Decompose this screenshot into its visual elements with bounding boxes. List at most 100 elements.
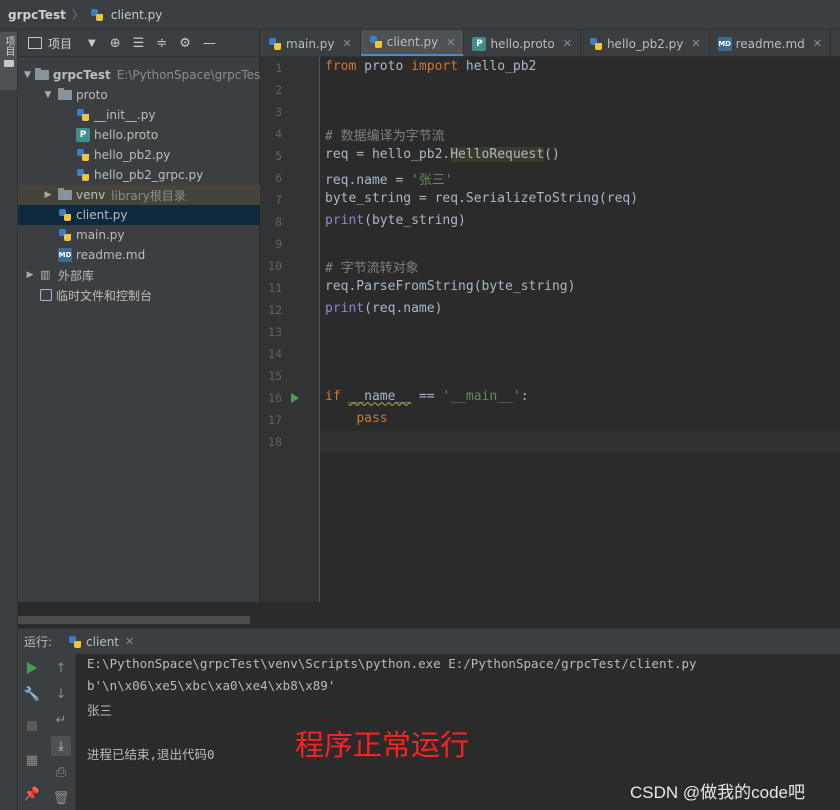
package-folder-icon (58, 88, 72, 102)
close-icon[interactable]: ✕ (125, 635, 134, 648)
tree-item[interactable]: hello_pb2.py (18, 145, 260, 165)
layout-icon[interactable]: ▦ (22, 750, 42, 770)
editor-tab-label: client.py (386, 35, 439, 49)
code-line[interactable]: req = hello_pb2.HelloRequest() (325, 147, 560, 162)
soft-wrap-icon[interactable]: ↵ (51, 710, 71, 730)
code-line[interactable]: if __name__ == '__main__': (325, 389, 529, 404)
arrow-up-icon[interactable]: ↑ (51, 658, 71, 678)
hide-icon[interactable]: — (203, 36, 216, 51)
breadcrumb-file[interactable]: client.py (111, 8, 163, 22)
line-number: 13 (268, 325, 282, 339)
tree-item[interactable]: client.py (18, 205, 260, 225)
python-file-icon (76, 148, 90, 162)
tree-item[interactable]: ▼ grpcTest E:\PythonSpace\grpcTes (18, 65, 260, 85)
tree-item[interactable]: ▶ venv library根目录 (18, 185, 260, 205)
chevron-down-icon[interactable]: ▼ (24, 70, 31, 80)
collapse-all-icon[interactable]: ≑ (156, 36, 167, 51)
project-tool-tab-label: 项目 (3, 36, 14, 56)
editor-tab[interactable]: Phello.proto ✕ (464, 30, 581, 56)
arrow-down-icon[interactable]: ↓ (51, 684, 71, 704)
tree-item[interactable]: main.py (18, 225, 260, 245)
code-line[interactable]: print(req.name) (325, 301, 442, 316)
editor-tab[interactable]: hello_pb2.py ✕ (581, 30, 710, 56)
tree-item-label: client.py (76, 208, 128, 222)
code-line[interactable]: pass (325, 411, 387, 426)
tree-item-label: 外部库 (58, 268, 95, 283)
editor-tab-bar: main.py ✕ client.py ✕ Phello.proto ✕ hello_pb2… (260, 30, 840, 57)
line-number: 3 (275, 105, 282, 119)
annotation-text: 程序正常运行 (295, 728, 470, 762)
close-icon[interactable]: ✕ (343, 37, 352, 50)
scroll-to-end-icon[interactable]: ⤓ (51, 736, 71, 756)
wrench-icon[interactable]: 🔧 (22, 684, 42, 704)
print-icon[interactable]: ⎙ (51, 762, 71, 782)
tree-item[interactable]: MD readme.md (18, 245, 260, 265)
line-number: 10 (268, 259, 282, 273)
code-line[interactable]: print(byte_string) (325, 213, 466, 228)
tree-item-label: 临时文件和控制台 (56, 288, 153, 303)
code-line[interactable]: # 字节流转对象 (325, 257, 419, 276)
code-line[interactable]: # 数据编译为字节流 (325, 125, 445, 144)
project-panel-header: 项目 ▼ ⊕ ☰ ≑ ⚙ — (18, 30, 259, 57)
tree-item[interactable]: ▼ proto (18, 85, 260, 105)
editor-tab-label: hello_pb2.py (606, 36, 684, 51)
close-icon[interactable]: ✕ (691, 37, 700, 50)
run-toolbar-left: 🔧 ▦ 📌 (18, 654, 48, 810)
trash-icon[interactable]: 🗑 (51, 788, 71, 808)
tree-item[interactable]: hello_pb2_grpc.py (18, 165, 260, 185)
library-icon: ▥ (40, 268, 51, 281)
left-tool-strip: 项目 (0, 30, 18, 810)
proto-file-icon: P (472, 36, 487, 51)
code-line[interactable]: req.ParseFromString(byte_string) (325, 279, 575, 294)
chevron-down-icon[interactable]: ▼ (42, 90, 54, 100)
chevron-right-icon[interactable]: ▶ (42, 190, 54, 200)
editor-tab[interactable]: h (831, 30, 840, 56)
chevron-right-icon[interactable]: ▶ (24, 270, 36, 280)
stop-button[interactable] (22, 716, 42, 736)
editor-tab[interactable]: main.py ✕ (260, 30, 361, 56)
run-gutter-icon[interactable] (291, 393, 299, 403)
python-file-icon (58, 228, 72, 242)
editor-tab[interactable]: client.py ✕ (360, 30, 465, 56)
close-icon[interactable]: ✕ (563, 37, 572, 50)
tree-item[interactable]: ▶ ▥ 外部库 (18, 265, 260, 285)
code-line[interactable]: req.name = '张三' (325, 169, 453, 188)
run-toolbar-right: ↑ ↓ ↵ ⤓ ⎙ 🗑 (48, 654, 76, 810)
breadcrumb-project[interactable]: grpcTest (8, 8, 66, 22)
folder-icon (34, 68, 49, 82)
console-line: 张三 (87, 703, 113, 718)
line-number: 1 (275, 61, 282, 75)
locate-icon[interactable]: ⊕ (110, 36, 121, 51)
close-icon[interactable]: ✕ (813, 37, 822, 50)
close-icon[interactable]: ✕ (446, 36, 455, 49)
line-number: 12 (268, 303, 282, 317)
gear-icon[interactable]: ⚙ (179, 36, 191, 51)
tree-item[interactable]: 临时文件和控制台 (18, 285, 260, 305)
code-line[interactable]: from proto import hello_pb2 (325, 59, 536, 74)
tree-item-label: hello.proto (94, 128, 159, 142)
editor-tab[interactable]: MD readme.md ✕ (710, 30, 832, 56)
line-number: 5 (275, 149, 282, 163)
pin-icon[interactable]: 📌 (22, 784, 42, 804)
play-icon (27, 662, 37, 674)
console-line: 进程已结束,退出代码0 (87, 747, 215, 762)
tree-item[interactable]: Phello.proto (18, 125, 260, 145)
code-line[interactable]: byte_string = req.SerializeToString(req) (325, 191, 638, 206)
expand-all-icon[interactable]: ☰ (133, 36, 145, 51)
horizontal-scrollbar[interactable] (18, 616, 250, 624)
tree-item[interactable]: __init__.py (18, 105, 260, 125)
watermark: CSDN @做我的code吧 (630, 783, 806, 802)
stop-icon (27, 721, 37, 731)
python-file-icon (68, 635, 82, 649)
line-number: 18 (268, 435, 282, 449)
code-editor[interactable]: 1 2 3 4 5 6 7 8 9 10 11 12 13 14 15 16 17 18 from proto i… (260, 57, 840, 602)
tree-item-label: proto (76, 88, 108, 102)
chevron-down-icon[interactable]: ▼ (88, 38, 96, 49)
rerun-button[interactable] (22, 658, 42, 678)
project-tool-tab[interactable]: 项目 (0, 32, 17, 90)
run-tab-label: client (86, 634, 120, 649)
project-toolbar: ⊕ ☰ ≑ ⚙ — (110, 36, 216, 51)
breadcrumb: grpcTest 〉 client.py (0, 0, 840, 30)
python-file-icon (90, 8, 104, 22)
run-tab[interactable]: client ✕ (68, 635, 134, 649)
